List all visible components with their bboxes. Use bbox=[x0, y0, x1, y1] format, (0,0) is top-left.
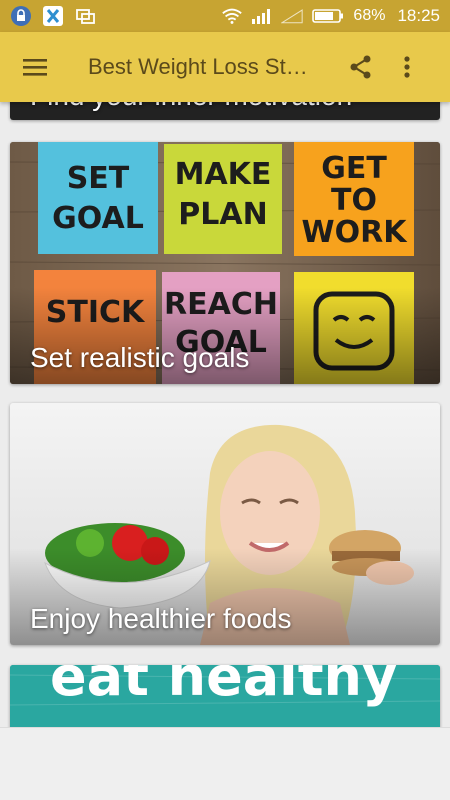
eat-healthy-image: eat healthy bbox=[10, 665, 440, 727]
battery-percent: 68% bbox=[353, 7, 386, 24]
card-caption: Find your inner motivation bbox=[30, 102, 352, 112]
battery-icon bbox=[311, 5, 345, 27]
share-icon[interactable] bbox=[338, 44, 384, 90]
eat-text: eat healthy bbox=[50, 665, 397, 708]
app-toolbar: Best Weight Loss St… bbox=[0, 32, 450, 102]
card-motivation[interactable]: Find your inner motivation bbox=[10, 102, 440, 120]
screen-mirror-icon bbox=[74, 5, 96, 27]
wifi-icon bbox=[221, 5, 243, 27]
bottom-bar bbox=[0, 727, 450, 800]
hamburger-menu-icon[interactable] bbox=[12, 44, 58, 90]
article-list: Find your inner motivation bbox=[0, 102, 450, 727]
x-app-icon bbox=[42, 5, 64, 27]
signal-icon bbox=[251, 5, 273, 27]
card-healthier-foods[interactable]: Enjoy healthier foods bbox=[10, 403, 440, 645]
clock: 18:25 bbox=[397, 6, 440, 25]
card-set-goals[interactable]: SET GOAL MAKE PLAN GET TO WORK STICK REA… bbox=[10, 142, 440, 384]
lock-app-icon bbox=[10, 5, 32, 27]
status-bar: 68% 18:25 bbox=[0, 0, 450, 32]
signal-empty-icon bbox=[281, 5, 304, 27]
more-options-icon[interactable] bbox=[384, 44, 430, 90]
page-title: Best Weight Loss St… bbox=[88, 54, 308, 79]
card-caption: Enjoy healthier foods bbox=[30, 603, 292, 634]
card-eat-healthy[interactable]: eat healthy bbox=[10, 665, 440, 727]
card-caption: Set realistic goals bbox=[30, 342, 250, 373]
